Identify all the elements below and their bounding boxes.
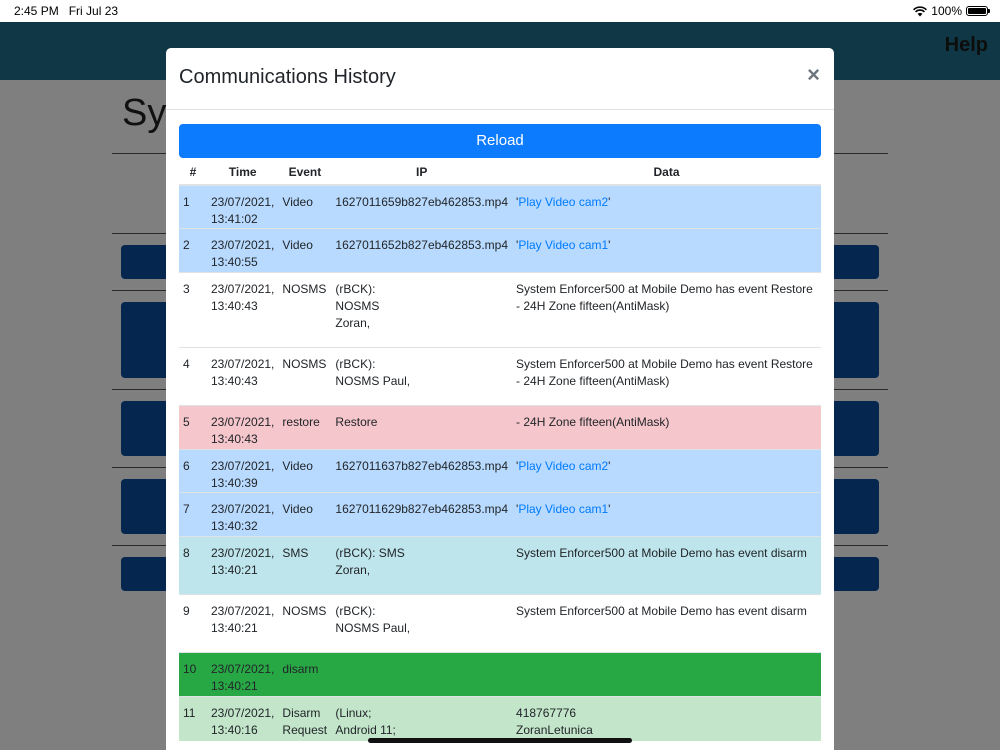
- reload-button[interactable]: Reload: [179, 124, 821, 158]
- battery-icon: [966, 6, 990, 16]
- status-time: 2:45 PM Fri Jul 23: [14, 4, 119, 18]
- column-header-ip: IP: [331, 160, 513, 186]
- row-data: - 24H Zone fifteen(AntiMask): [512, 405, 821, 450]
- row-number: 8: [179, 536, 207, 595]
- battery-percent: 100%: [931, 4, 962, 18]
- row-number: 1: [179, 184, 207, 229]
- row-ip: (rBCK): SMS Zoran,: [331, 536, 513, 595]
- row-data: 'Play Video cam1': [512, 228, 821, 273]
- row-number: 11: [179, 696, 207, 741]
- table-row: 5 23/07/2021, 13:40:43 restore Restore - …: [179, 405, 821, 450]
- row-event: Disarm Request: [278, 696, 332, 741]
- row-data: System Enforcer500 at Mobile Demo has ev…: [512, 272, 821, 348]
- row-time: 23/07/2021, 13:40:43: [207, 272, 279, 348]
- table-row: 11 23/07/2021, 13:40:16 Disarm Request (Li…: [179, 696, 821, 741]
- home-indicator: [368, 738, 632, 743]
- row-ip: 1627011659b827eb462853.mp4: [331, 184, 513, 229]
- communications-history-modal: Communications History × Reload # Time E…: [166, 48, 834, 750]
- play-video-link[interactable]: Play Video cam1: [518, 238, 608, 252]
- row-event: Video: [278, 492, 332, 537]
- row-ip: (rBCK): NOSMS Paul,: [331, 594, 513, 653]
- row-number: 4: [179, 347, 207, 406]
- row-event: disarm: [278, 652, 332, 697]
- table-row: 9 23/07/2021, 13:40:21 NOSMS (rBCK): NOSMS…: [179, 594, 821, 653]
- row-number: 9: [179, 594, 207, 653]
- column-header-number: #: [179, 160, 207, 186]
- row-event: NOSMS: [278, 594, 332, 653]
- row-data: [512, 652, 821, 697]
- table-row: 1 23/07/2021, 13:41:02 Video 1627011659b8…: [179, 184, 821, 229]
- history-table: # Time Event IP Data 1 23/07/2021, 13:41:…: [179, 160, 821, 741]
- play-video-link[interactable]: Play Video cam2: [518, 459, 608, 473]
- row-time: 23/07/2021, 13:40:39: [207, 449, 279, 493]
- play-video-link[interactable]: Play Video cam1: [518, 502, 608, 516]
- row-data: 'Play Video cam2': [512, 449, 821, 493]
- table-row: 2 23/07/2021, 13:40:55 Video 1627011652b8…: [179, 228, 821, 273]
- row-ip: Restore: [331, 405, 513, 450]
- status-indicators: 100%: [913, 4, 990, 18]
- row-ip: 1627011637b827eb462853.mp4: [331, 449, 513, 493]
- row-data: System Enforcer500 at Mobile Demo has ev…: [512, 536, 821, 595]
- row-time: 23/07/2021, 13:41:02: [207, 184, 279, 229]
- row-number: 6: [179, 449, 207, 493]
- row-ip: [331, 652, 513, 697]
- row-event: Video: [278, 184, 332, 229]
- table-row: 4 23/07/2021, 13:40:43 NOSMS (rBCK): NOSMS…: [179, 347, 821, 406]
- row-ip: 1627011652b827eb462853.mp4: [331, 228, 513, 273]
- row-data: 'Play Video cam2': [512, 184, 821, 229]
- column-header-data: Data: [512, 160, 821, 186]
- row-ip: (Linux; Android 11;: [331, 696, 513, 741]
- column-header-event: Event: [278, 160, 332, 186]
- row-event: Video: [278, 228, 332, 273]
- row-event: SMS: [278, 536, 332, 595]
- row-number: 5: [179, 405, 207, 450]
- row-data: System Enforcer500 at Mobile Demo has ev…: [512, 594, 821, 653]
- wifi-icon: [913, 5, 928, 16]
- modal-title: Communications History: [179, 66, 396, 88]
- row-time: 23/07/2021, 13:40:43: [207, 405, 279, 450]
- row-number: 7: [179, 492, 207, 537]
- row-time: 23/07/2021, 13:40:21: [207, 652, 279, 697]
- row-time: 23/07/2021, 13:40:32: [207, 492, 279, 537]
- row-data: 418767776 ZoranLetunica: [512, 696, 821, 741]
- row-time: 23/07/2021, 13:40:43: [207, 347, 279, 406]
- row-event: NOSMS: [278, 347, 332, 406]
- row-number: 10: [179, 652, 207, 697]
- table-row: 6 23/07/2021, 13:40:39 Video 1627011637b8…: [179, 449, 821, 493]
- column-header-time: Time: [207, 160, 279, 186]
- row-time: 23/07/2021, 13:40:55: [207, 228, 279, 273]
- row-ip: 1627011629b827eb462853.mp4: [331, 492, 513, 537]
- play-video-link[interactable]: Play Video cam2: [518, 195, 608, 209]
- table-row: 8 23/07/2021, 13:40:21 SMS (rBCK): SMS Zor…: [179, 536, 821, 595]
- row-number: 2: [179, 228, 207, 273]
- row-event: Video: [278, 449, 332, 493]
- table-row: 3 23/07/2021, 13:40:43 NOSMS (rBCK): NOSMS…: [179, 272, 821, 348]
- row-ip: (rBCK): NOSMS Zoran,: [331, 272, 513, 348]
- row-event: restore: [278, 405, 332, 450]
- row-number: 3: [179, 272, 207, 348]
- modal-header: Communications History ×: [166, 48, 834, 110]
- row-data: 'Play Video cam1': [512, 492, 821, 537]
- row-data: System Enforcer500 at Mobile Demo has ev…: [512, 347, 821, 406]
- table-row: 10 23/07/2021, 13:40:21 disarm: [179, 652, 821, 697]
- close-icon[interactable]: ×: [807, 62, 820, 88]
- status-bar: 2:45 PM Fri Jul 23 100%: [0, 0, 1000, 22]
- row-event: NOSMS: [278, 272, 332, 348]
- row-time: 23/07/2021, 13:40:21: [207, 594, 279, 653]
- row-time: 23/07/2021, 13:40:21: [207, 536, 279, 595]
- table-header-row: # Time Event IP Data: [179, 160, 821, 186]
- row-ip: (rBCK): NOSMS Paul,: [331, 347, 513, 406]
- row-time: 23/07/2021, 13:40:16: [207, 696, 279, 741]
- table-row: 7 23/07/2021, 13:40:32 Video 1627011629b8…: [179, 492, 821, 537]
